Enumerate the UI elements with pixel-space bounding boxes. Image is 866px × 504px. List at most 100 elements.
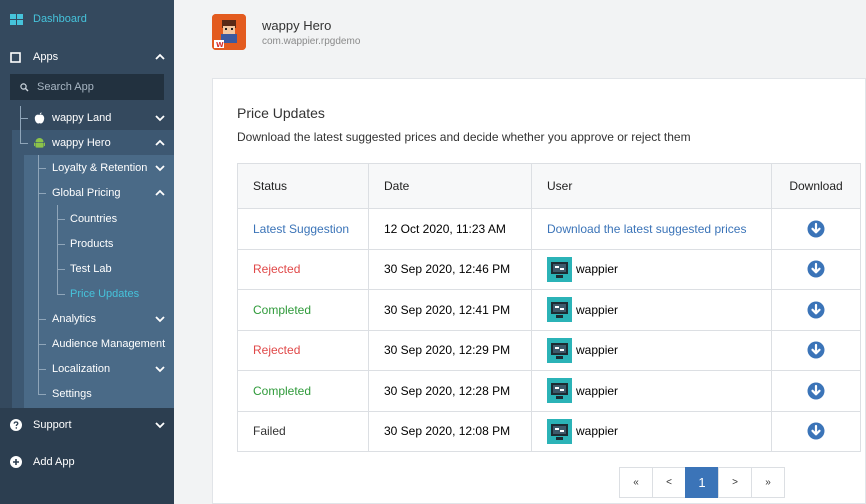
- download-button[interactable]: [807, 382, 825, 400]
- square-icon: [10, 51, 21, 63]
- chevron-down-icon[interactable]: [154, 363, 166, 375]
- sidebar-item-label: Test Lab: [70, 263, 112, 275]
- download-button[interactable]: [807, 422, 825, 440]
- search-input[interactable]: Search App: [10, 74, 164, 100]
- sidebar-item-support[interactable]: Support: [0, 414, 174, 436]
- download-cell: [771, 248, 861, 290]
- last-page-button[interactable]: »: [751, 467, 785, 498]
- pagination: « < 1 > »: [619, 467, 785, 498]
- sidebar-item-label: Settings: [52, 388, 92, 400]
- prev-page-button[interactable]: <: [652, 467, 686, 498]
- plus-circle-icon: [10, 456, 22, 468]
- download-icon[interactable]: [807, 301, 825, 319]
- app-icon: W: [212, 14, 246, 50]
- sidebar-item-dashboard[interactable]: Dashboard: [0, 0, 174, 38]
- download-button[interactable]: [807, 260, 825, 278]
- chevron-down-icon[interactable]: [154, 162, 166, 174]
- sidebar-item-label: Audience Management: [52, 338, 166, 350]
- user-info: wappier: [547, 297, 756, 323]
- sidebar-item-label: Countries: [70, 213, 118, 225]
- user-name: wappier: [576, 343, 619, 358]
- date-cell: 30 Sep 2020, 12:28 PM: [368, 370, 532, 412]
- download-icon[interactable]: [807, 220, 825, 238]
- download-cell: [771, 370, 861, 412]
- date-cell: 30 Sep 2020, 12:46 PM: [368, 248, 532, 290]
- download-button[interactable]: [807, 220, 825, 238]
- download-button[interactable]: [807, 341, 825, 359]
- sidebar-item-label: Apps: [33, 51, 59, 63]
- user-name: wappier: [576, 383, 619, 398]
- date-cell: 30 Sep 2020, 12:08 PM: [368, 410, 532, 452]
- user-name: wappier: [576, 262, 619, 277]
- user-info: wappier: [547, 256, 756, 282]
- price-updates-table: Status Date User Download Latest Suggest…: [237, 163, 861, 452]
- user-cell: wappier: [531, 248, 772, 290]
- status-cell: Failed: [237, 410, 369, 452]
- sidebar: Dashboard Apps Search App wappy Land wap…: [0, 0, 174, 504]
- sidebar-item-label: Global Pricing: [52, 187, 121, 199]
- user-avatar-icon: [547, 418, 572, 444]
- sidebar-item-label: Add App: [33, 456, 75, 468]
- user-cell: wappier: [531, 410, 772, 452]
- app-header: W wappy Hero com.wappier.rpgdemo: [212, 14, 360, 62]
- first-page-button[interactable]: «: [619, 467, 653, 498]
- chevron-down-icon[interactable]: [154, 419, 166, 431]
- download-cell: [771, 410, 861, 452]
- download-latest-link[interactable]: Download the latest suggested prices: [547, 222, 746, 236]
- column-header-download: Download: [771, 163, 861, 209]
- sidebar-item-analytics[interactable]: Analytics: [0, 308, 174, 330]
- download-icon[interactable]: [807, 382, 825, 400]
- next-page-button[interactable]: >: [718, 467, 752, 498]
- avatar: [547, 297, 572, 323]
- table-row: Rejected 30 Sep 2020, 12:46 PM wappier: [237, 248, 861, 290]
- sidebar-item-settings[interactable]: Settings: [0, 383, 174, 405]
- sidebar-item-products[interactable]: Products: [0, 233, 174, 255]
- chevron-up-icon[interactable]: [154, 51, 166, 63]
- sidebar-item-label: Loyalty & Retention: [52, 162, 148, 174]
- page-description: Download the latest suggested prices and…: [237, 130, 691, 144]
- avatar: [547, 418, 572, 444]
- status-cell: Completed: [237, 370, 369, 412]
- date-cell: 30 Sep 2020, 12:41 PM: [368, 289, 532, 331]
- sidebar-item-wappy-hero[interactable]: wappy Hero: [0, 132, 174, 154]
- sidebar-item-label: wappy Land: [52, 112, 112, 124]
- sidebar-item-test-lab[interactable]: Test Lab: [0, 258, 174, 280]
- table-row: Completed 30 Sep 2020, 12:41 PM wappier: [237, 289, 861, 331]
- apple-icon: [34, 112, 45, 124]
- sidebar-item-label: Support: [33, 419, 72, 431]
- chevron-up-icon[interactable]: [154, 137, 166, 149]
- user-cell: wappier: [531, 289, 772, 331]
- search-icon: [20, 82, 29, 91]
- table-row: Failed 30 Sep 2020, 12:08 PM wappier: [237, 410, 861, 452]
- sidebar-item-add-app[interactable]: Add App: [0, 451, 174, 473]
- status-cell: Latest Suggestion: [237, 208, 369, 250]
- sidebar-item-localization[interactable]: Localization: [0, 358, 174, 380]
- chevron-down-icon[interactable]: [154, 313, 166, 325]
- dashboard-icon: [10, 13, 23, 25]
- table-header-row: Status Date User Download: [237, 163, 861, 209]
- sidebar-item-price-updates[interactable]: Price Updates: [0, 283, 174, 305]
- chevron-down-icon[interactable]: [154, 112, 166, 124]
- download-cell: [771, 289, 861, 331]
- sidebar-item-global-pricing[interactable]: Global Pricing: [0, 182, 174, 204]
- chevron-up-icon[interactable]: [154, 187, 166, 199]
- sidebar-item-audience[interactable]: Audience Management: [0, 333, 174, 355]
- android-icon: [34, 138, 45, 148]
- user-cell: wappier: [531, 329, 772, 371]
- sidebar-item-label: Price Updates: [70, 288, 140, 300]
- download-cell: [771, 329, 861, 371]
- sidebar-item-wappy-land[interactable]: wappy Land: [0, 107, 174, 129]
- download-icon[interactable]: [807, 260, 825, 278]
- sidebar-item-loyalty[interactable]: Loyalty & Retention: [0, 157, 174, 179]
- download-icon[interactable]: [807, 422, 825, 440]
- sidebar-item-label: Localization: [52, 363, 111, 375]
- svg-text:W: W: [216, 41, 224, 49]
- avatar: [547, 378, 572, 404]
- user-info: wappier: [547, 378, 756, 404]
- current-page-button[interactable]: 1: [685, 467, 719, 498]
- sidebar-item-apps[interactable]: Apps: [0, 46, 174, 68]
- download-button[interactable]: [807, 301, 825, 319]
- download-icon[interactable]: [807, 341, 825, 359]
- user-name: wappier: [576, 424, 619, 439]
- sidebar-item-countries[interactable]: Countries: [0, 208, 174, 230]
